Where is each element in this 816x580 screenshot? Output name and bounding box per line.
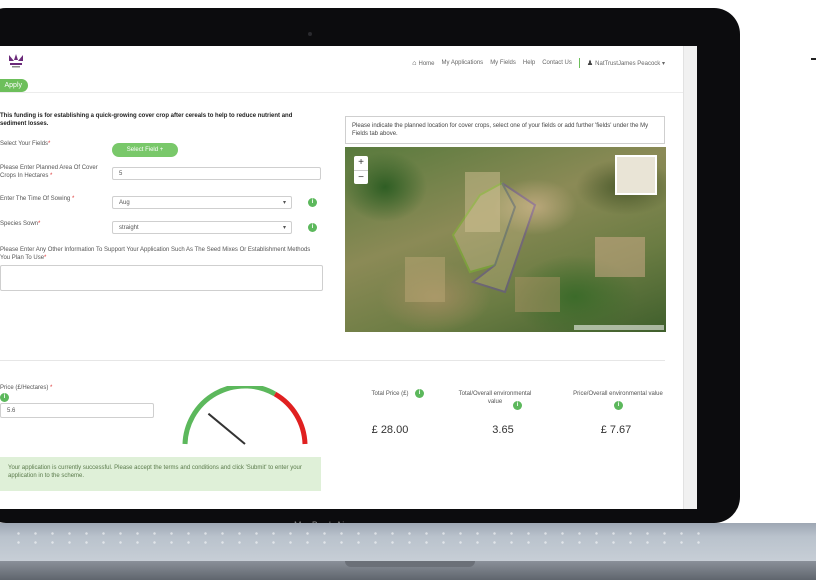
price-gauge (182, 386, 308, 445)
nav-help[interactable]: Help (523, 60, 535, 66)
total-price-value: £ 28.00 (371, 424, 409, 436)
nav-links: ⌂ Home My Applications My Fields Help Con… (412, 58, 665, 68)
camera (308, 32, 312, 36)
sowing-label: Enter The Time Of Sowing * (0, 195, 74, 203)
nav-separator (578, 58, 580, 68)
laptop-notch (345, 561, 475, 567)
area-label-text: Please Enter Planned Area Of Cover Crops… (0, 165, 98, 179)
map-attribution (574, 325, 664, 330)
sowing-select-value: Aug (119, 200, 130, 206)
page-scrollbar[interactable] (683, 46, 697, 509)
area-label: Please Enter Planned Area Of Cover Crops… (0, 164, 104, 180)
chevron-down-icon: ▾ (282, 225, 286, 231)
required-marker: * (50, 173, 53, 179)
logo-icon[interactable] (6, 52, 26, 72)
other-info-textarea[interactable] (0, 265, 323, 291)
total-price-label-text: Total Price (£) (371, 391, 409, 397)
price-label: Price (£/Hectares) * (0, 385, 52, 391)
price-per-env-label: Price/Overall environmental value (573, 391, 663, 397)
species-label-text: Species Sown (0, 221, 39, 227)
field-map[interactable]: + − (345, 147, 666, 332)
user-name: NatTrustJames Peacock (595, 61, 661, 67)
info-icon[interactable]: i (0, 393, 9, 402)
fields-label: Select Your Fields* (0, 140, 50, 148)
map-zoom-control: + − (354, 156, 368, 184)
other-info-label: Please Enter Any Other Information To Su… (0, 246, 320, 262)
screen: Apply ⌂ Home My Applications My Fields He… (0, 46, 697, 509)
section-divider (0, 360, 665, 361)
zoom-out-button[interactable]: − (354, 171, 368, 185)
species-label: Species Sown* (0, 220, 40, 228)
price-label-text: Price (£/Hectares) (0, 385, 49, 391)
apply-button[interactable]: Apply (0, 79, 28, 92)
nav-my-fields[interactable]: My Fields (490, 60, 516, 66)
success-alert: Your application is currently successful… (0, 457, 321, 491)
other-info-label-text: Please Enter Any Other Information To Su… (0, 247, 311, 261)
laptop-bezel: Apply ⌂ Home My Applications My Fields He… (0, 8, 740, 530)
keyboard-deck (0, 523, 816, 561)
keyboard-reflection (10, 529, 710, 549)
user-menu[interactable]: ♟ NatTrustJames Peacock ▾ (587, 59, 665, 67)
chevron-down-icon: ▾ (282, 200, 286, 206)
fields-label-text: Select Your Fields (0, 141, 49, 147)
required-marker: * (48, 141, 51, 147)
total-price-label: Total Price (£) (360, 390, 420, 398)
info-icon[interactable]: i (614, 401, 623, 410)
required-marker: * (44, 255, 47, 261)
area-input[interactable]: 5 (112, 167, 321, 180)
required-marker: * (50, 385, 53, 391)
zoom-in-button[interactable]: + (354, 156, 368, 171)
map-instruction: Please indicate the planned location for… (345, 116, 665, 144)
info-icon[interactable]: i (308, 223, 317, 232)
price-per-env-value: £ 7.67 (600, 424, 632, 436)
required-marker: * (71, 196, 75, 202)
nav-home-label: Home (418, 60, 435, 67)
minimap[interactable] (615, 155, 657, 195)
intro-text: This funding is for establishing a quick… (0, 113, 293, 127)
gauge-needle (207, 412, 246, 445)
nav-home[interactable]: ⌂ Home (412, 60, 434, 67)
info-icon[interactable]: i (513, 401, 522, 410)
nav-contact-us[interactable]: Contact Us (542, 60, 572, 66)
user-icon: ♟ (586, 60, 594, 67)
nav-my-applications[interactable]: My Applications (442, 60, 484, 66)
gauge-green-arc (182, 386, 277, 445)
species-select-value: straight (119, 225, 139, 231)
env-value-label: Total/Overall environmental value (458, 391, 532, 405)
select-field-button[interactable]: Select Field + (112, 143, 178, 157)
outside-dash (811, 58, 816, 60)
sowing-label-text: Enter The Time Of Sowing (0, 196, 71, 202)
sowing-select[interactable]: Aug ▾ (112, 196, 292, 209)
info-icon[interactable]: i (415, 389, 424, 398)
home-icon: ⌂ (412, 59, 417, 67)
gauge-red-arc (273, 391, 308, 445)
navbar: Apply ⌂ Home My Applications My Fields He… (0, 46, 683, 93)
price-input[interactable]: 5.6 (0, 403, 154, 418)
species-select[interactable]: straight ▾ (112, 221, 292, 234)
required-marker: * (38, 221, 41, 227)
env-value-value: 3.65 (492, 424, 514, 436)
info-icon[interactable]: i (308, 198, 317, 207)
chevron-down-icon: ▾ (661, 61, 665, 67)
